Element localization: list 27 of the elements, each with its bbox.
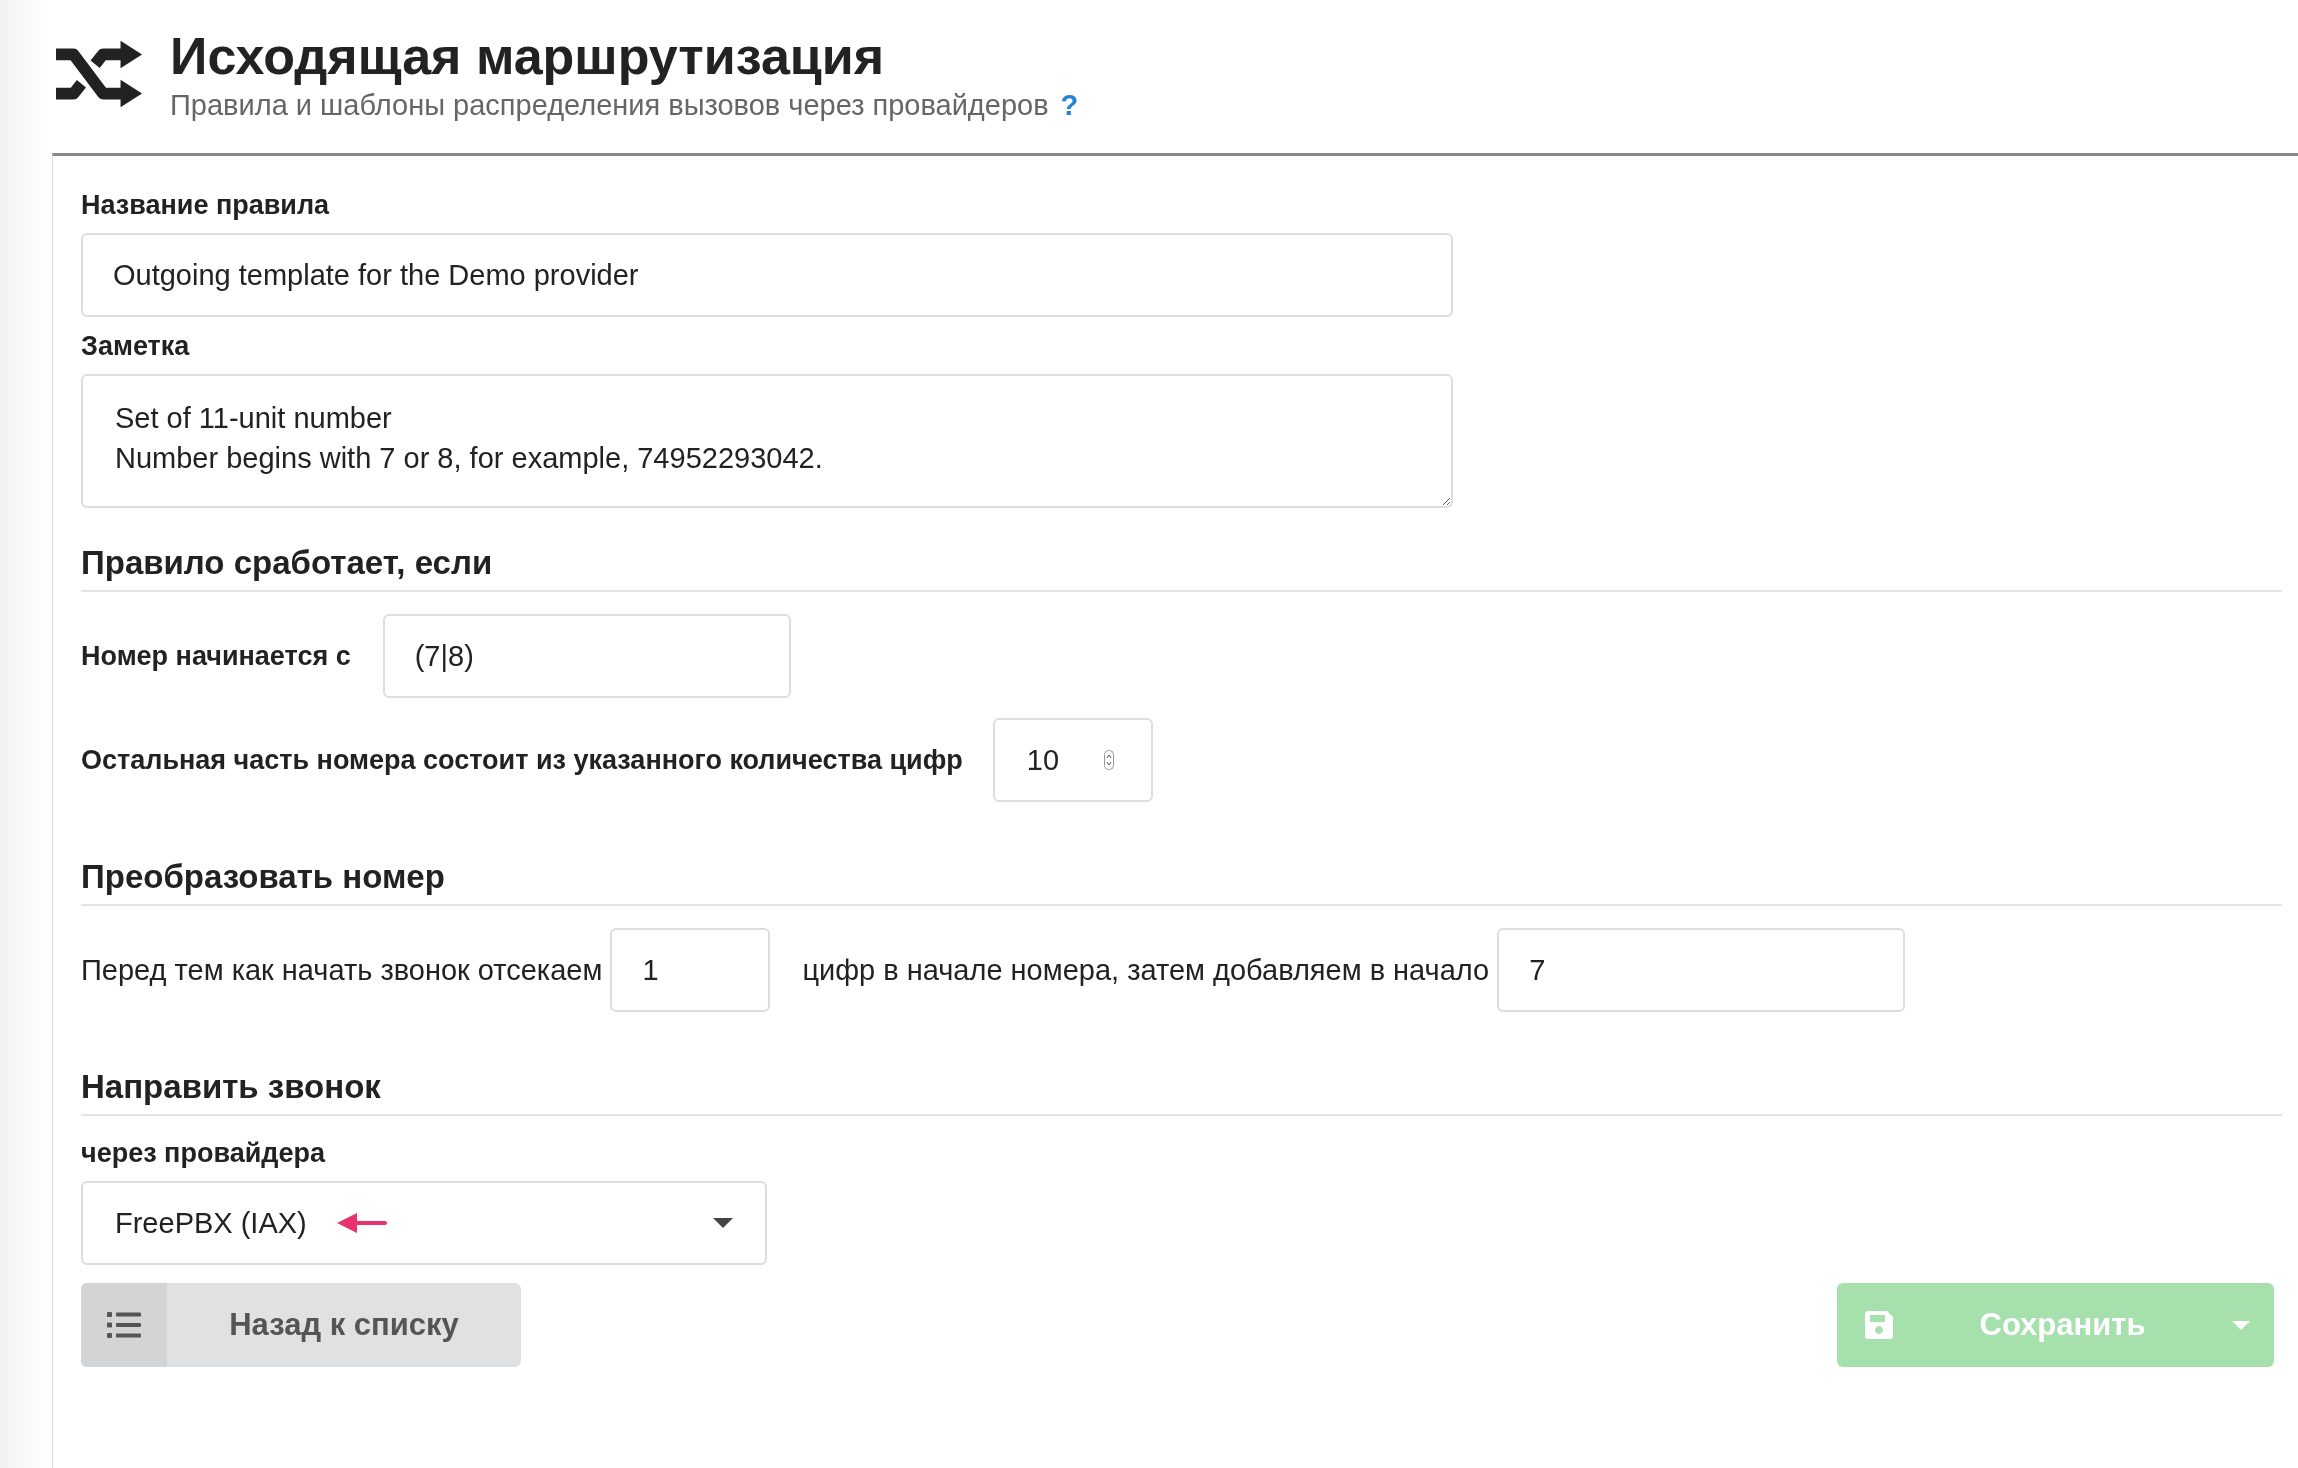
page-subtitle: Правила и шаблоны распределения вызовов через провайдеров bbox=[170, 89, 1049, 123]
cut-digits-field[interactable]: 1 bbox=[610, 928, 771, 1012]
note-field[interactable]: Set of 11-unit number Number begins with 7 or 8, for example, 74952293042. bbox=[81, 374, 1453, 508]
field-label: Заметка bbox=[81, 331, 191, 362]
caret-icon bbox=[2232, 1320, 2250, 1330]
prefix-field[interactable]: (7|8) bbox=[382, 614, 791, 698]
annotation-arrow-icon bbox=[336, 1211, 387, 1235]
rule-name-field[interactable]: Outgoing template for the Demo provider bbox=[81, 233, 1453, 317]
field-label: через провайдера bbox=[81, 1138, 327, 1169]
prepend-field[interactable]: 7 bbox=[1497, 928, 1906, 1012]
help-link[interactable]: ? bbox=[1060, 89, 1079, 123]
page-title: Исходящая маршрутизация bbox=[170, 28, 886, 86]
list-icon bbox=[107, 1311, 141, 1339]
digit-count-field[interactable]: 10 bbox=[992, 718, 1153, 802]
back-button[interactable]: Назад к списку bbox=[81, 1283, 521, 1367]
shuffle-icon bbox=[56, 38, 144, 110]
field-label: Остальная часть номера состоит из указанного количества цифр bbox=[81, 744, 963, 776]
field-label: Номер начинается с bbox=[81, 640, 351, 672]
provider-dropdown[interactable]: FreePBX (IAX) bbox=[81, 1181, 767, 1265]
section-heading: Правило сработает, если bbox=[81, 508, 2282, 592]
field-label: Название правила bbox=[81, 190, 331, 221]
spinner-icon[interactable] bbox=[1102, 750, 1115, 770]
section-heading: Направить звонок bbox=[81, 1032, 2282, 1116]
section-heading: Преобразовать номер bbox=[81, 822, 2282, 906]
sentence-text: Перед тем как начать звонок отсекаем bbox=[81, 953, 603, 987]
caret-icon bbox=[713, 1218, 733, 1228]
sentence-text: цифр в начале номера, затем добавляем в начало bbox=[802, 953, 1490, 987]
